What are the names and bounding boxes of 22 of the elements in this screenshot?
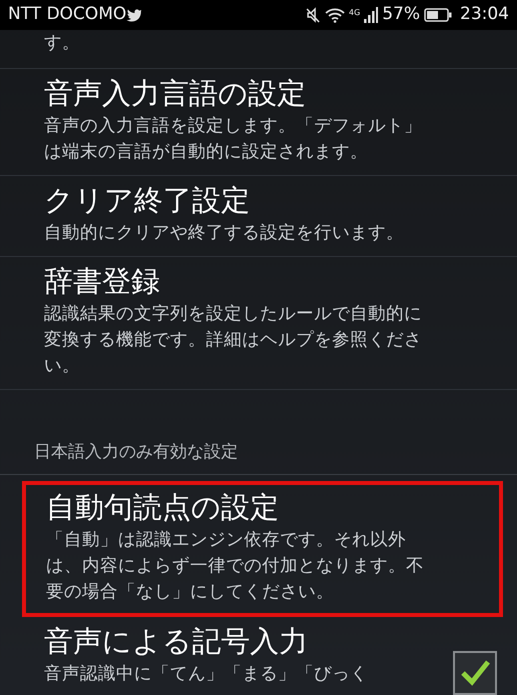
battery-percent: 57% [382,3,420,26]
setting-title: 音声入力言語の設定 [44,75,307,112]
network-label: 4G [348,7,360,20]
bird-icon [126,8,142,22]
setting-description: 「自動」は認識エンジン依存です。それ以外 は、内容によらず一律での付加となります。不 要の場合「なし」にしてください。 [46,528,425,604]
setting-description: 音声認識中に「てん」「まる」「びっく [44,662,369,686]
setting-description: 認識結果の文字列を設定したルールで自動的に 変換する機能です。詳細はヘルプを参照くださ い。 [44,303,423,378]
setting-description: 音声の入力言語を設定します。「デフォルト」 は端末の言語が自動的に設定されます。 [44,115,423,164]
clock-time: 23:04 [460,3,509,26]
setting-title: 音声による記号入力 [44,622,309,660]
checkbox[interactable] [453,650,497,694]
setting-title: クリア終了設定 [44,182,251,219]
mute-icon [304,7,321,23]
signal-icon [364,7,378,23]
section-header: 日本語入力のみ有効な設定 [34,442,238,462]
wifi-icon [324,7,345,23]
carrier-name: NTT DOCOMO [8,3,126,26]
setting-title: 辞書登録 [44,263,161,300]
setting-description: す。 [44,32,81,55]
setting-title: 自動句読点の設定 [46,488,280,526]
battery-icon [424,8,452,22]
setting-description: 自動的にクリアや終了する設定を行います。 [44,222,405,245]
